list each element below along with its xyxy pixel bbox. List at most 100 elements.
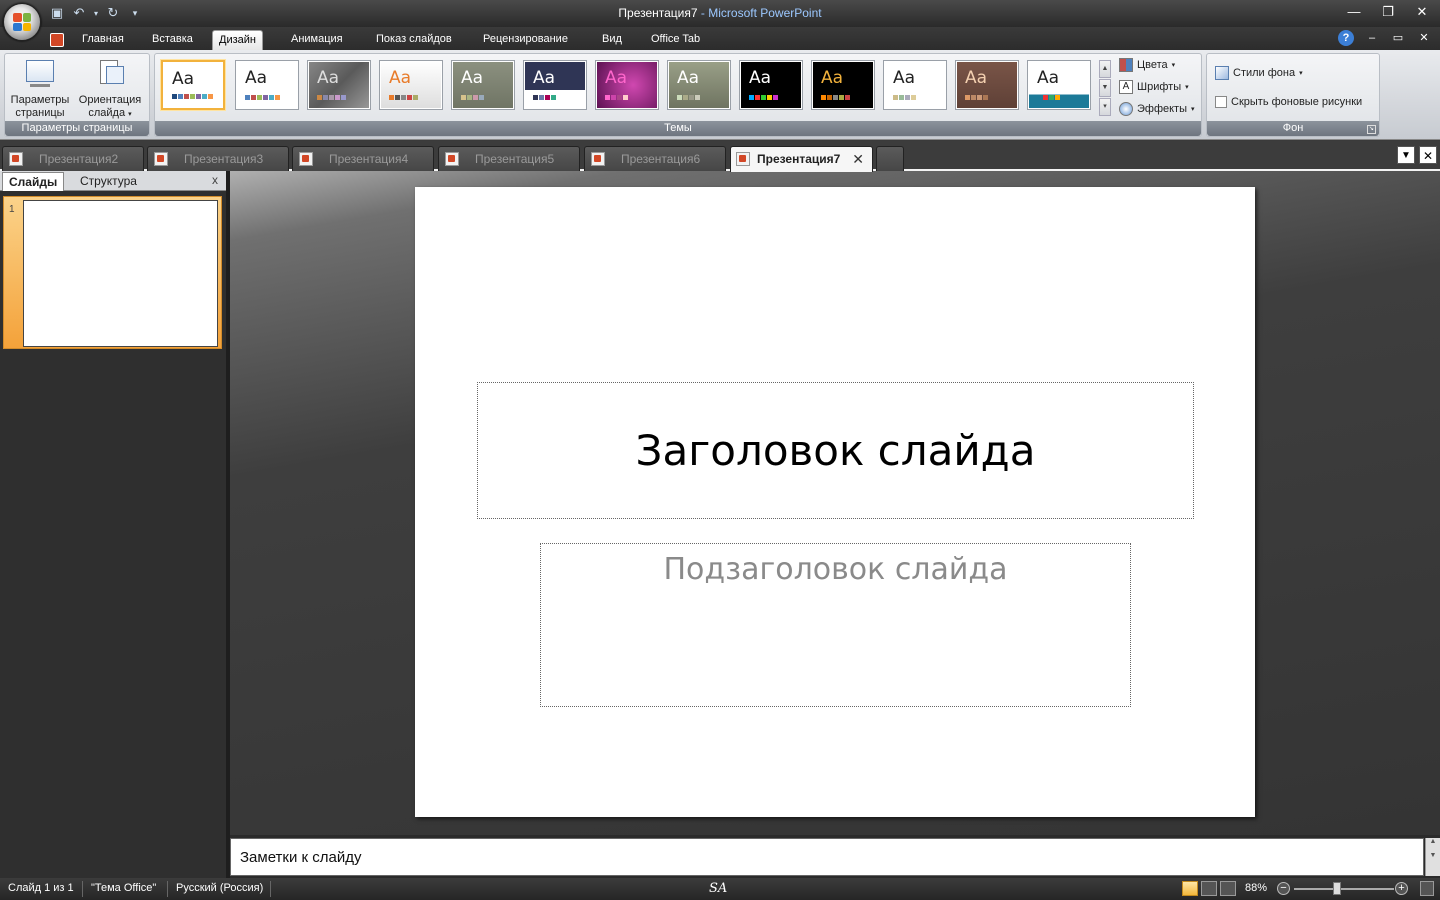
doc-restore-icon[interactable]: ▭ bbox=[1390, 30, 1406, 46]
slide-sorter-view-icon[interactable] bbox=[1201, 881, 1217, 896]
gallery-scroll-down-icon[interactable]: ▼ bbox=[1099, 79, 1111, 97]
doc-close-icon[interactable]: ✕ bbox=[1416, 30, 1432, 46]
zoom-slider-track[interactable] bbox=[1294, 888, 1394, 890]
gallery-more-icon[interactable]: ▾ bbox=[1099, 98, 1111, 116]
theme-thumb-8[interactable]: Aa bbox=[667, 60, 731, 110]
theme-swatches bbox=[749, 95, 778, 100]
gallery-scroll-up-icon[interactable]: ▲ bbox=[1099, 60, 1111, 78]
slide[interactable]: Заголовок слайда Подзаголовок слайда bbox=[415, 187, 1255, 817]
theme-thumb-label: Aa bbox=[605, 68, 628, 88]
theme-thumb-9[interactable]: Aa bbox=[739, 60, 803, 110]
slide-orientation-button[interactable]: Ориентация слайда ▾ bbox=[77, 58, 143, 121]
hide-background-graphics-checkbox[interactable]: Скрыть фоновые рисунки bbox=[1215, 96, 1362, 108]
window-title: Презентация7 - Microsoft PowerPoint bbox=[0, 6, 1440, 20]
themes-group-label: Темы bbox=[155, 121, 1201, 136]
doc-tab-presentation7[interactable]: Презентация7 ✕ bbox=[730, 146, 873, 172]
tab-outline[interactable]: Структура bbox=[74, 172, 143, 191]
theme-thumb-label: Aa bbox=[533, 68, 556, 88]
minimize-icon[interactable]: — bbox=[1342, 3, 1366, 21]
doc-tab-label: Презентация4 bbox=[329, 152, 409, 166]
panel-close-icon[interactable]: x bbox=[212, 173, 218, 187]
notes-field[interactable]: Заметки к слайду bbox=[230, 838, 1424, 876]
theme-thumb-7[interactable]: Aa bbox=[595, 60, 659, 110]
help-icon[interactable]: ? bbox=[1338, 30, 1354, 46]
doc-tab-presentation3[interactable]: Презентация3 bbox=[147, 146, 289, 171]
restore-icon[interactable]: ❐ bbox=[1376, 3, 1400, 21]
page-setup-button[interactable]: Параметры страницы bbox=[7, 58, 73, 120]
language-indicator[interactable]: Русский (Россия) bbox=[176, 882, 263, 894]
theme-effects-button[interactable]: Эффекты ▾ bbox=[1119, 102, 1195, 116]
title-separator: - bbox=[697, 6, 709, 20]
status-separator bbox=[82, 881, 83, 897]
doc-minimize-icon[interactable]: – bbox=[1364, 30, 1380, 46]
slide-thumbnail-row[interactable]: 1 bbox=[3, 196, 222, 349]
background-dialog-launcher-icon[interactable]: ↘ bbox=[1367, 125, 1376, 134]
page-setup-icon bbox=[24, 58, 56, 90]
zoom-slider-thumb[interactable] bbox=[1333, 882, 1341, 895]
theme-thumb-11[interactable]: Aa bbox=[883, 60, 947, 110]
theme-thumb-label: Aa bbox=[965, 68, 988, 88]
title-application: Microsoft PowerPoint bbox=[708, 6, 822, 20]
theme-thumb-13[interactable]: Aa bbox=[1027, 60, 1091, 110]
office-tab-add-in-icon[interactable] bbox=[46, 30, 68, 50]
theme-thumb-label: Aa bbox=[317, 68, 340, 88]
effects-icon bbox=[1119, 102, 1133, 116]
background-styles-button[interactable]: Стили фона ▾ bbox=[1215, 66, 1303, 80]
theme-colors-button[interactable]: Цвета ▾ bbox=[1119, 58, 1175, 72]
theme-thumb-10[interactable]: Aa bbox=[811, 60, 875, 110]
subtitle-placeholder[interactable]: Подзаголовок слайда bbox=[540, 543, 1131, 707]
slide-counter: Слайд 1 из 1 bbox=[8, 882, 74, 894]
theme-thumb-3[interactable]: Aa bbox=[307, 60, 371, 110]
theme-thumb-label: Aa bbox=[893, 68, 916, 88]
ribbon-window-controls: ? – ▭ ✕ bbox=[1338, 30, 1432, 46]
theme-thumb-office[interactable]: Aa bbox=[161, 60, 225, 110]
slide-show-view-icon[interactable] bbox=[1220, 881, 1236, 896]
slide-thumbnail[interactable] bbox=[23, 200, 218, 347]
document-tabs-bar: Презентация2 Презентация3 Презентация4 П… bbox=[0, 141, 1440, 172]
zoom-out-icon[interactable]: − bbox=[1277, 882, 1290, 895]
doc-tab-presentation5[interactable]: Презентация5 bbox=[438, 146, 580, 171]
tab-slides[interactable]: Слайды bbox=[2, 172, 65, 191]
doc-tab-presentation2[interactable]: Презентация2 bbox=[2, 146, 144, 171]
doc-tab-presentation4[interactable]: Презентация4 bbox=[292, 146, 434, 171]
theme-thumb-5[interactable]: Aa bbox=[451, 60, 515, 110]
normal-view-icon[interactable] bbox=[1182, 881, 1198, 896]
tab-review[interactable]: Рецензирование bbox=[477, 30, 574, 50]
theme-thumb-2[interactable]: Aa bbox=[235, 60, 299, 110]
tab-slide-show[interactable]: Показ слайдов bbox=[370, 30, 458, 50]
theme-swatches bbox=[1037, 95, 1060, 100]
title-placeholder[interactable]: Заголовок слайда bbox=[477, 382, 1194, 519]
theme-swatches bbox=[965, 95, 988, 100]
status-bar: Слайд 1 из 1 "Тема Office" Русский (Росс… bbox=[0, 878, 1440, 900]
hide-background-checkbox-box bbox=[1215, 96, 1227, 108]
zoom-level[interactable]: 88% bbox=[1245, 882, 1267, 894]
theme-thumb-12[interactable]: Aa bbox=[955, 60, 1019, 110]
tab-view[interactable]: Вид bbox=[596, 30, 628, 50]
doc-tab-close-icon[interactable]: ✕ bbox=[852, 147, 864, 171]
doc-tabs-close-icon[interactable]: ✕ bbox=[1419, 146, 1437, 164]
tab-design[interactable]: Дизайн bbox=[212, 30, 263, 50]
page-setup-group: Параметры страницы Ориентация слайда ▾ П… bbox=[4, 53, 150, 137]
doc-tab-presentation6[interactable]: Презентация6 bbox=[584, 146, 726, 171]
tab-office-tab[interactable]: Office Tab bbox=[645, 30, 706, 50]
background-group-label: Фон bbox=[1207, 121, 1379, 136]
fit-to-window-icon[interactable] bbox=[1420, 881, 1434, 896]
theme-thumb-4[interactable]: Aa bbox=[379, 60, 443, 110]
tab-home[interactable]: Главная bbox=[76, 30, 130, 50]
notes-scrollbar[interactable]: ▲ ▼ bbox=[1425, 838, 1440, 876]
doc-tab-label: Презентация6 bbox=[621, 152, 701, 166]
orientation-icon bbox=[94, 58, 126, 90]
orientation-dropdown-icon: ▾ bbox=[128, 111, 132, 118]
office-button[interactable] bbox=[3, 3, 41, 41]
theme-fonts-button[interactable]: A Шрифты ▾ bbox=[1119, 80, 1189, 94]
doc-tabs-dropdown-icon[interactable]: ▼ bbox=[1397, 146, 1415, 164]
ribbon-tab-bar: Главная Вставка Дизайн Анимация Показ сл… bbox=[0, 27, 1440, 50]
theme-thumb-6[interactable]: Aa bbox=[523, 60, 587, 110]
theme-swatches bbox=[245, 95, 280, 100]
tab-animation[interactable]: Анимация bbox=[285, 30, 349, 50]
new-doc-tab[interactable] bbox=[876, 146, 904, 171]
zoom-in-icon[interactable]: + bbox=[1395, 882, 1408, 895]
close-icon[interactable]: ✕ bbox=[1410, 3, 1434, 21]
tab-insert[interactable]: Вставка bbox=[146, 30, 199, 50]
slide-subtitle: Подзаголовок слайда bbox=[663, 552, 1008, 587]
